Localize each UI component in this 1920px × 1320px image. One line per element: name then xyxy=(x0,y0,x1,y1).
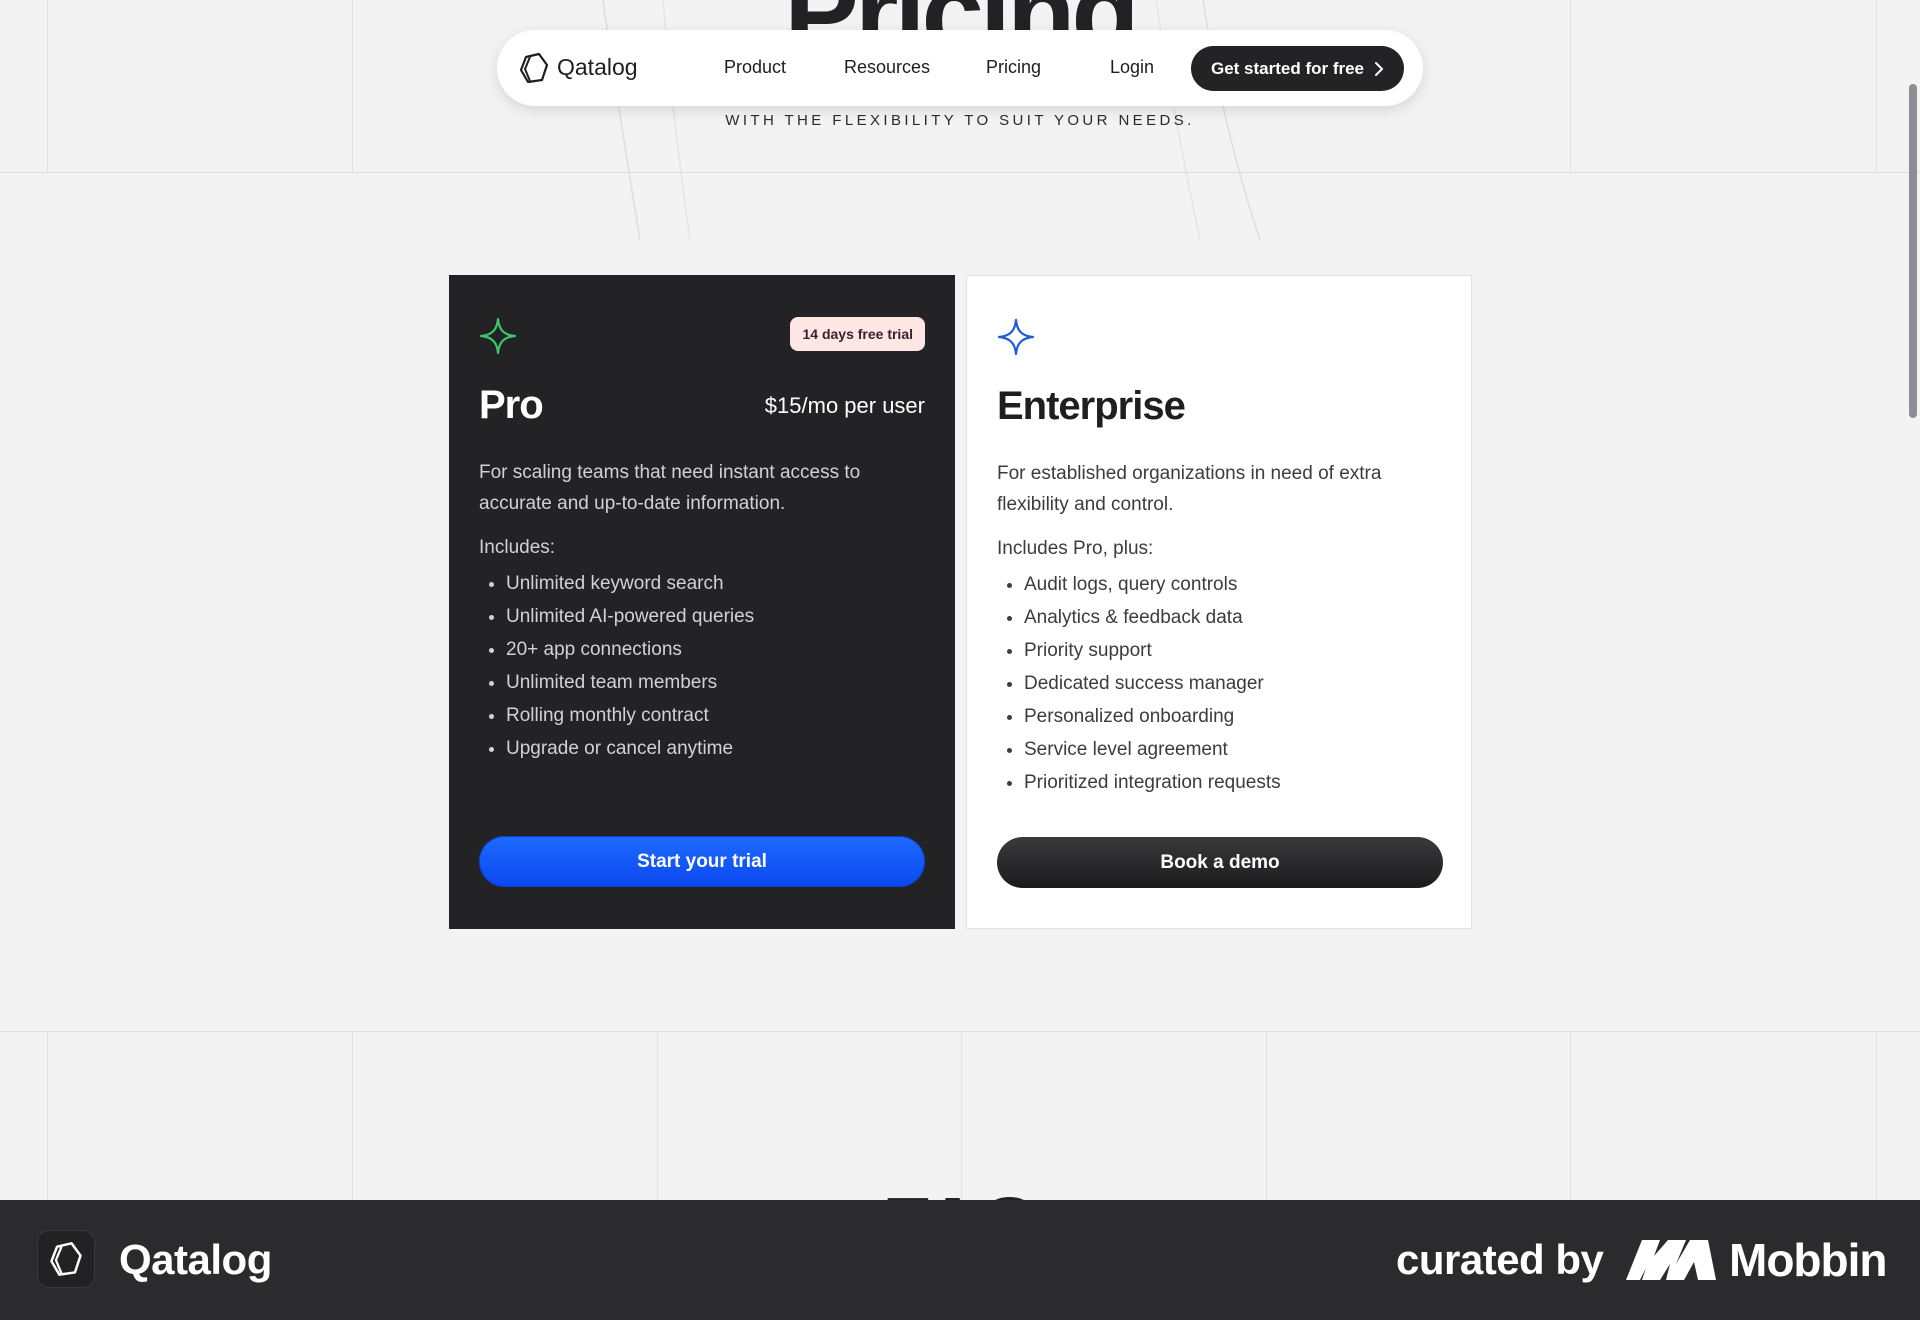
feature-item: Personalized onboarding xyxy=(1024,700,1281,733)
plan-card-pro: 14 days free trial Pro $15/mo per user F… xyxy=(449,275,955,929)
plan-name: Pro xyxy=(479,383,544,427)
plan-name: Enterprise xyxy=(997,384,1186,428)
hero-subtitle-line2: WITH THE FLEXIBILITY TO SUIT YOUR NEEDS. xyxy=(725,112,1195,129)
feature-item: Rolling monthly contract xyxy=(506,699,754,732)
grid-line xyxy=(961,1032,962,1200)
sparkle-icon xyxy=(997,318,1035,356)
feature-item: Unlimited team members xyxy=(506,666,754,699)
get-started-button[interactable]: Get started for free xyxy=(1191,46,1404,91)
book-demo-button[interactable]: Book a demo xyxy=(997,837,1443,888)
feature-item: Audit logs, query controls xyxy=(1024,568,1281,601)
start-trial-button[interactable]: Start your trial xyxy=(479,836,925,887)
grid-line xyxy=(657,1032,658,1200)
feature-item: Analytics & feedback data xyxy=(1024,601,1281,634)
footer-bar: Qatalog curated by Mobbin xyxy=(0,1200,1920,1320)
includes-label: Includes: xyxy=(479,537,556,558)
free-trial-badge: 14 days free trial xyxy=(790,317,925,351)
scrollbar-thumb[interactable] xyxy=(1909,84,1917,418)
feature-item: Dedicated success manager xyxy=(1024,667,1281,700)
feature-item: Unlimited keyword search xyxy=(506,567,754,600)
grid-line xyxy=(47,1032,48,1200)
grid-line xyxy=(352,1032,353,1200)
top-nav: Qatalog Product Resources Pricing Login … xyxy=(497,30,1423,106)
qatalog-logo-icon[interactable] xyxy=(517,51,551,85)
footer-brand: Qatalog xyxy=(119,1236,272,1283)
plan-description: For established organizations in need of… xyxy=(997,463,1382,515)
feature-item: Priority support xyxy=(1024,634,1281,667)
get-started-label: Get started for free xyxy=(1210,58,1365,78)
footer-logo[interactable] xyxy=(37,1230,95,1288)
grid-line xyxy=(1266,1032,1267,1200)
sparkle-icon xyxy=(479,317,517,355)
nav-link-login[interactable]: Login xyxy=(1110,57,1154,78)
feature-item: Upgrade or cancel anytime xyxy=(506,732,754,765)
feature-list: Unlimited keyword search Unlimited AI-po… xyxy=(479,567,754,765)
grid-line xyxy=(1876,1032,1877,1200)
qatalog-logo-icon xyxy=(50,1242,82,1276)
plan-card-enterprise: Enterprise For established organizations… xyxy=(966,275,1472,929)
plan-description: For scaling teams that need instant acce… xyxy=(479,462,861,514)
mobbin-logo-icon[interactable] xyxy=(1626,1238,1716,1282)
feature-item: 20+ app connections xyxy=(506,633,754,666)
nav-link-product[interactable]: Product xyxy=(724,57,786,78)
feature-item: Service level agreement xyxy=(1024,733,1281,766)
grid-line xyxy=(0,1031,1920,1032)
nav-link-resources[interactable]: Resources xyxy=(844,57,930,78)
feature-item: Prioritized integration requests xyxy=(1024,766,1281,799)
grid-line xyxy=(1570,1032,1571,1200)
mobbin-wordmark[interactable]: Mobbin xyxy=(1729,1233,1887,1287)
chevron-right-icon xyxy=(1375,61,1384,76)
includes-label: Includes Pro, plus: xyxy=(997,538,1154,559)
nav-link-pricing[interactable]: Pricing xyxy=(986,57,1041,78)
feature-item: Unlimited AI-powered queries xyxy=(506,600,754,633)
scrollbar[interactable] xyxy=(1906,0,1920,1200)
feature-list: Audit logs, query controls Analytics & f… xyxy=(997,568,1281,799)
nav-brand[interactable]: Qatalog xyxy=(557,54,638,81)
plan-price: $15/mo per user xyxy=(764,393,925,418)
curated-by-label: curated by xyxy=(1396,1236,1604,1283)
